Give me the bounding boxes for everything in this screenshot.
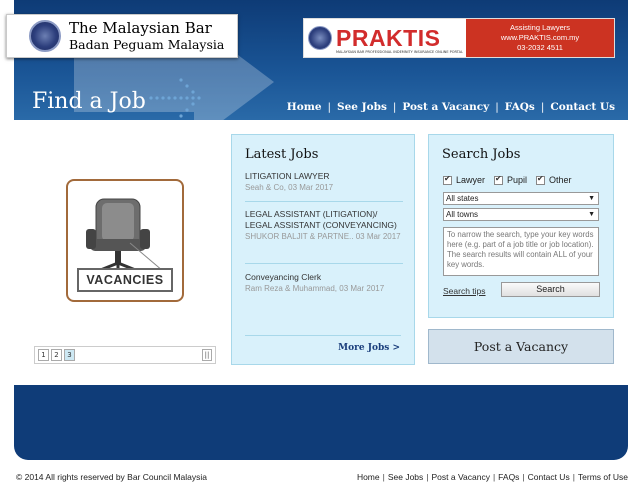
- job-item[interactable]: LITIGATION LAWYER Seah & Co, 03 Mar 2017: [245, 171, 403, 193]
- nav-separator: |: [495, 101, 499, 113]
- town-select-value: All towns: [446, 210, 479, 219]
- vacancies-sign: VACANCIES: [77, 268, 173, 292]
- malaysian-bar-logo[interactable]: The Malaysian Bar Badan Peguam Malaysia: [6, 14, 238, 58]
- nav-post-vacancy[interactable]: Post a Vacancy: [402, 101, 489, 113]
- praktis-tagline: Assisting Lawyers: [509, 23, 571, 32]
- dropdown-arrow-icon: ▼: [588, 195, 595, 202]
- role-checkboxes: Lawyer Pupil Other: [443, 174, 581, 185]
- footer-link-post-vacancy[interactable]: Post a Vacancy: [432, 472, 490, 482]
- lawyer-checkbox[interactable]: [443, 174, 452, 185]
- nav-separator: |: [540, 101, 545, 113]
- job-separator: [245, 263, 403, 264]
- state-select-value: All states: [446, 194, 479, 203]
- main-content: VACANCIES 1 2 3 || Latest Jobs LITIGATIO…: [14, 120, 628, 385]
- other-label: Other: [549, 175, 572, 185]
- pager-page-3[interactable]: 3: [64, 349, 75, 361]
- search-jobs-panel: Search Jobs Lawyer Pupil Other All state…: [428, 134, 614, 318]
- nav-contact-us[interactable]: Contact Us: [550, 101, 615, 113]
- footer-link-see-jobs[interactable]: See Jobs: [388, 472, 423, 482]
- job-item[interactable]: LEGAL ASSISTANT (LITIGATION)/ LEGAL ASSI…: [245, 209, 403, 242]
- pupil-label: Pupil: [507, 175, 528, 185]
- search-tips-link[interactable]: Search tips: [443, 286, 486, 296]
- logo-title: The Malaysian Bar: [69, 19, 212, 37]
- other-checkbox[interactable]: [536, 174, 546, 185]
- praktis-seal-icon: [308, 26, 332, 50]
- main-nav: Home | See Jobs | Post a Vacancy | FAQs …: [287, 101, 615, 113]
- footer-link-home[interactable]: Home: [357, 472, 380, 482]
- job-meta: Ram Reza & Muhammad, 03 Mar 2017: [245, 284, 385, 293]
- pupil-checkbox[interactable]: [494, 174, 504, 185]
- praktis-url: www.PRAKTIS.com.my: [500, 33, 580, 42]
- pager-page-1[interactable]: 1: [38, 349, 49, 361]
- footer-link-terms[interactable]: Terms of Use: [578, 472, 628, 482]
- nav-home[interactable]: Home: [287, 101, 322, 113]
- more-jobs-divider: [245, 335, 401, 336]
- dots-arrow-decoration: [149, 78, 201, 118]
- logo-subtitle: Badan Peguam Malaysia: [69, 37, 225, 52]
- praktis-brand: PRAKTIS: [336, 25, 441, 51]
- copyright-text: © 2014 All rights reserved by Bar Counci…: [16, 472, 207, 482]
- job-meta: SHUKOR BALJIT & PARTNE.. 03 Mar 2017: [245, 232, 401, 241]
- latest-jobs-panel: Latest Jobs LITIGATION LAWYER Seah & Co,…: [231, 134, 415, 365]
- job-title[interactable]: LITIGATION LAWYER: [245, 171, 403, 182]
- dropdown-arrow-icon: ▼: [588, 211, 595, 218]
- state-select[interactable]: All states ▼: [443, 192, 599, 205]
- slideshow-pager: 1 2 3 ||: [34, 346, 216, 364]
- footer-link-faqs[interactable]: FAQs: [498, 472, 519, 482]
- pager-page-2[interactable]: 2: [51, 349, 62, 361]
- nav-faqs[interactable]: FAQs: [505, 101, 535, 113]
- page-title: Find a Job: [32, 89, 146, 114]
- keywords-textarea[interactable]: To narrow the search, type your key word…: [443, 227, 599, 276]
- nav-separator: |: [327, 101, 332, 113]
- footer-links: Home | See Jobs | Post a Vacancy | FAQs | Co…: [356, 472, 628, 482]
- more-jobs-link[interactable]: More Jobs >: [338, 343, 400, 353]
- latest-jobs-title: Latest Jobs: [245, 147, 319, 162]
- job-separator: [245, 201, 403, 202]
- praktis-ad-banner[interactable]: PRAKTIS MALAYSIAN BAR PROFESSIONAL INDEM…: [303, 18, 615, 58]
- job-meta: Seah & Co, 03 Mar 2017: [245, 183, 334, 192]
- town-select[interactable]: All towns ▼: [443, 208, 599, 221]
- job-item[interactable]: Conveyancing Clerk Ram Reza & Muhammad, …: [245, 272, 403, 294]
- post-vacancy-button[interactable]: Post a Vacancy: [428, 329, 614, 364]
- search-jobs-title: Search Jobs: [442, 147, 521, 162]
- nav-separator: |: [392, 101, 397, 113]
- search-button[interactable]: Search: [501, 282, 600, 297]
- pause-button[interactable]: ||: [202, 349, 212, 361]
- bar-seal-icon: [29, 20, 61, 52]
- lawyer-label: Lawyer: [456, 175, 486, 185]
- footer-link-contact-us[interactable]: Contact Us: [528, 472, 570, 482]
- job-title[interactable]: LEGAL ASSISTANT (LITIGATION)/ LEGAL ASSI…: [245, 209, 403, 231]
- vacancies-image[interactable]: VACANCIES: [66, 179, 184, 302]
- praktis-subtitle: MALAYSIAN BAR PROFESSIONAL INDEMNITY INS…: [336, 50, 463, 54]
- job-title[interactable]: Conveyancing Clerk: [245, 272, 403, 283]
- nav-see-jobs[interactable]: See Jobs: [337, 101, 387, 113]
- praktis-phone: 03-2032 4511: [517, 43, 563, 52]
